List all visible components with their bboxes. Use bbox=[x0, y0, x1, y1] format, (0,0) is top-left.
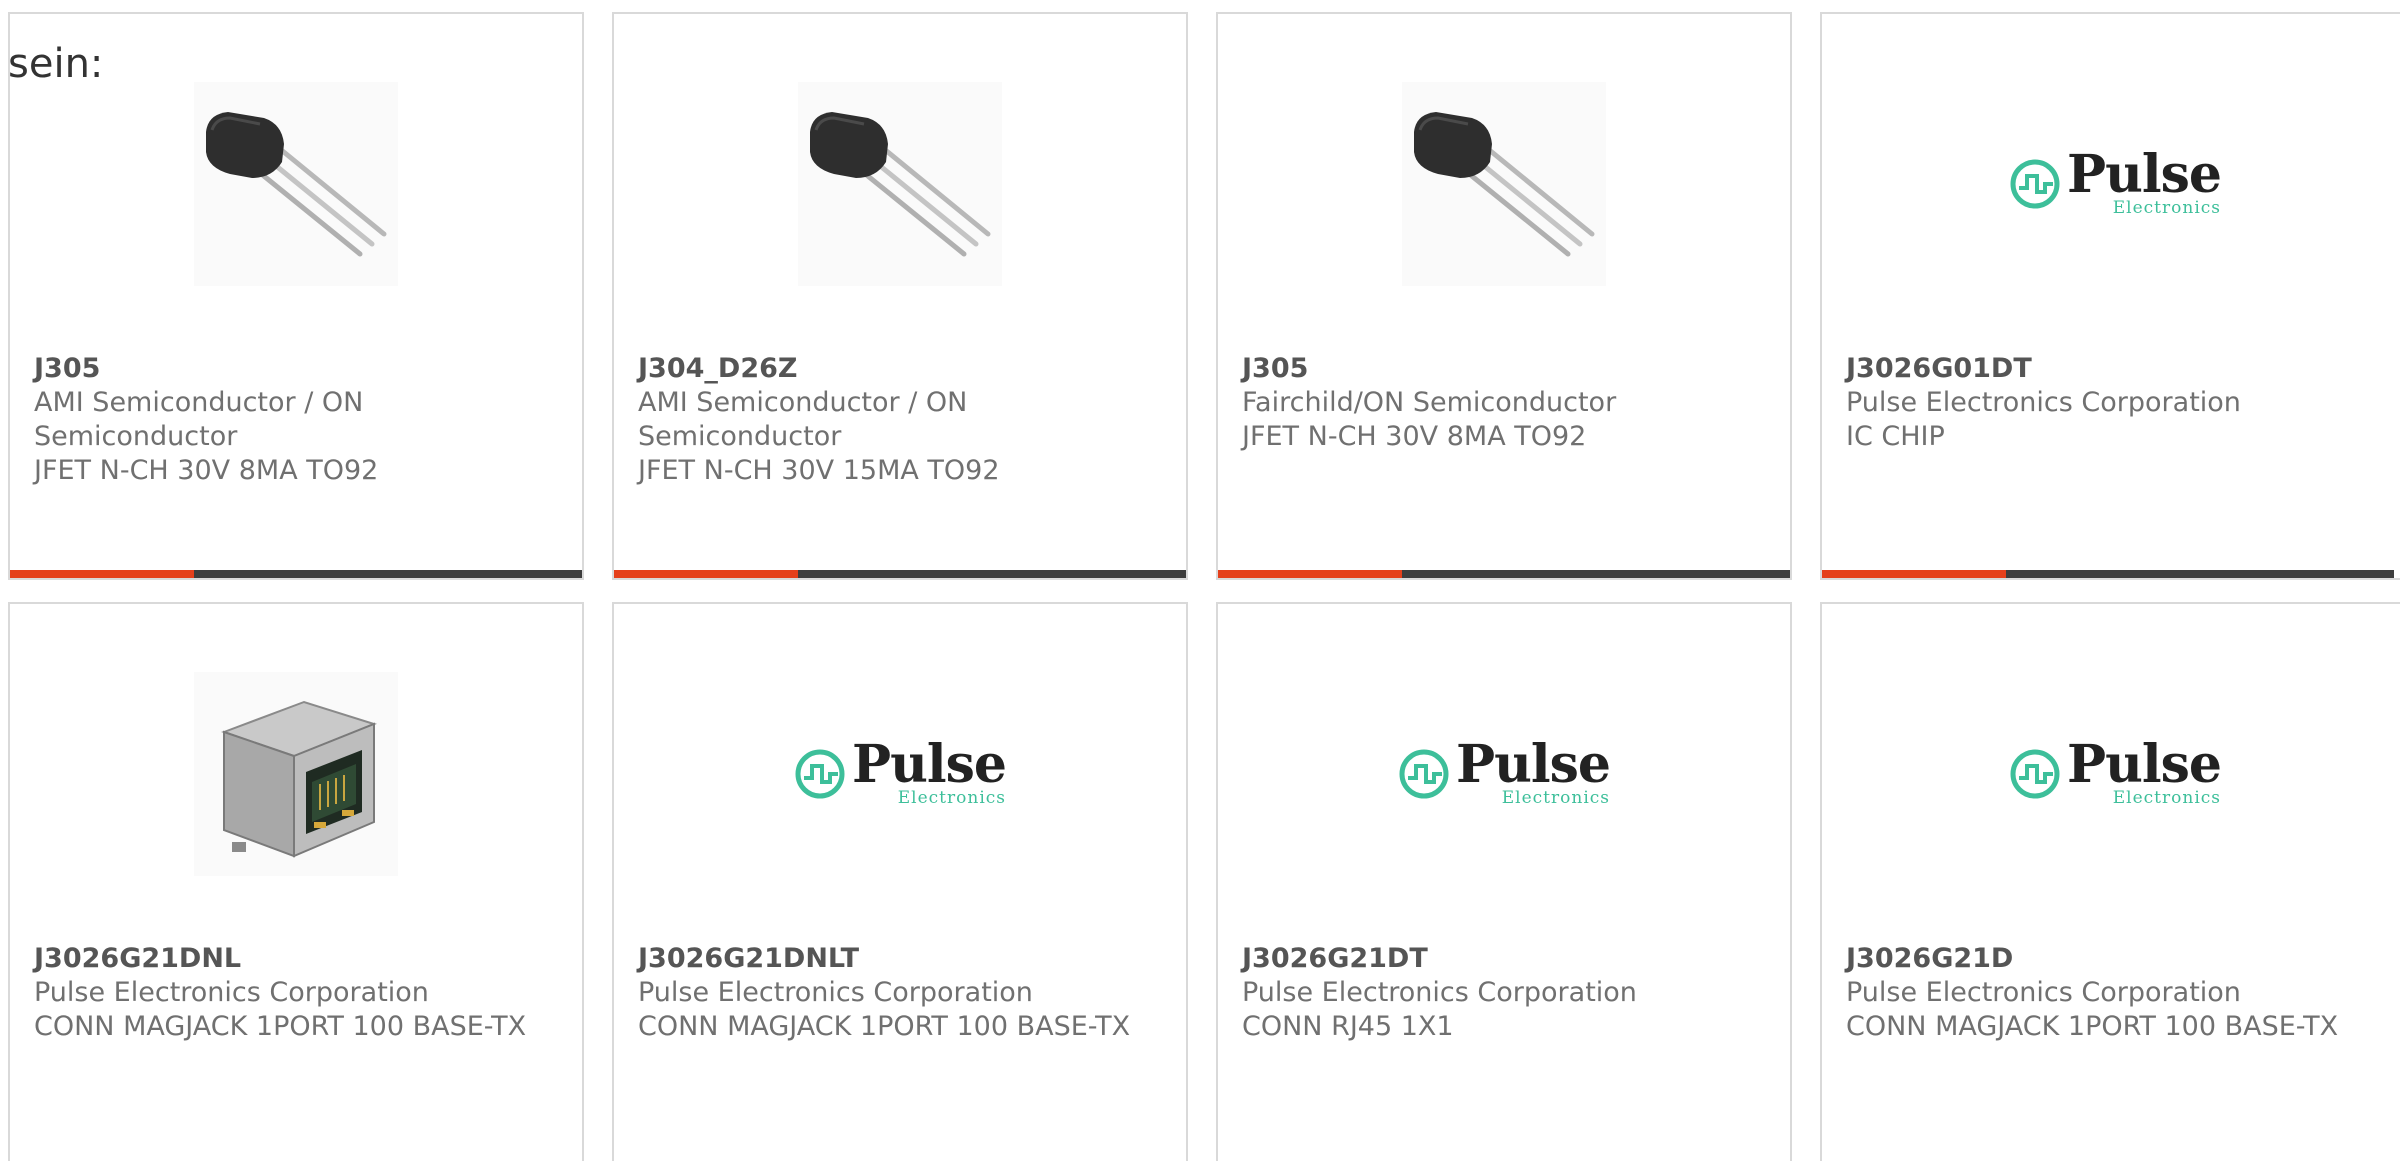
part-number[interactable]: J305 bbox=[1242, 352, 1766, 386]
card-accent bbox=[614, 570, 798, 578]
transistor-image[interactable] bbox=[798, 82, 1002, 286]
manufacturer: Pulse Electronics Corporation bbox=[1846, 977, 2241, 1008]
pulse-mark-icon bbox=[2010, 159, 2060, 209]
pulse-mark-icon bbox=[2010, 749, 2060, 799]
product-info: J3026G21DT Pulse Electronics Corporation… bbox=[1242, 942, 1766, 1044]
card-bottom-bar bbox=[1218, 570, 1790, 578]
product-info: J3026G21DNL Pulse Electronics Corporatio… bbox=[34, 942, 558, 1044]
description: CONN MAGJACK 1PORT 100 BASE-TX bbox=[638, 1011, 1131, 1042]
product-card[interactable]: J305 Fairchild/ON Semiconductor JFET N-C… bbox=[1216, 12, 1792, 580]
card-bottom-bar bbox=[614, 570, 1186, 578]
page: sein: J305 AMI Semiconductor / ON Semico… bbox=[0, 0, 2400, 1161]
description: CONN MAGJACK 1PORT 100 BASE-TX bbox=[34, 1011, 527, 1042]
manufacturer: AMI Semiconductor / ON Semiconductor bbox=[638, 387, 968, 452]
part-number[interactable]: J3026G21DNL bbox=[34, 942, 558, 976]
product-info: J305 AMI Semiconductor / ON Semiconducto… bbox=[34, 352, 558, 488]
description: JFET N-CH 30V 8MA TO92 bbox=[34, 455, 379, 486]
description: CONN RJ45 1X1 bbox=[1242, 1011, 1454, 1042]
manufacturer: Pulse Electronics Corporation bbox=[1242, 977, 1637, 1008]
product-info: J304_D26Z AMI Semiconductor / ON Semicon… bbox=[638, 352, 1162, 488]
product-card[interactable]: Pulse Electronics J3026G21D Pulse Electr… bbox=[1820, 602, 2400, 1161]
pulse-mark-icon bbox=[795, 749, 845, 799]
part-number[interactable]: J3026G21DT bbox=[1242, 942, 1766, 976]
description: CONN MAGJACK 1PORT 100 BASE-TX bbox=[1846, 1011, 2339, 1042]
product-card[interactable]: J305 AMI Semiconductor / ON Semiconducto… bbox=[8, 12, 584, 580]
manufacturer: Fairchild/ON Semiconductor bbox=[1242, 387, 1617, 418]
pulse-electronics-logo[interactable]: Pulse Electronics bbox=[1399, 672, 1611, 876]
manufacturer: AMI Semiconductor / ON Semiconductor bbox=[34, 387, 364, 452]
part-number[interactable]: J305 bbox=[34, 352, 558, 386]
card-bottom-bar bbox=[1822, 570, 2394, 578]
description: JFET N-CH 30V 15MA TO92 bbox=[638, 455, 1000, 486]
product-info: J3026G21D Pulse Electronics Corporation … bbox=[1846, 942, 2384, 1044]
product-info: J3026G21DNLT Pulse Electronics Corporati… bbox=[638, 942, 1162, 1044]
product-card[interactable]: J3026G21DNL Pulse Electronics Corporatio… bbox=[8, 602, 584, 1161]
stray-text: sein: bbox=[8, 41, 104, 87]
pulse-mark-icon bbox=[1399, 749, 1449, 799]
transistor-image[interactable] bbox=[1402, 82, 1606, 286]
part-number[interactable]: J3026G01DT bbox=[1846, 352, 2384, 386]
product-card[interactable]: Pulse Electronics J3026G21DNLT Pulse Ele… bbox=[612, 602, 1188, 1161]
part-number[interactable]: J304_D26Z bbox=[638, 352, 1162, 386]
pulse-logo-sub: Electronics bbox=[897, 788, 1007, 808]
rj45-connector-image[interactable] bbox=[194, 672, 398, 876]
product-card[interactable]: Pulse Electronics J3026G21DT Pulse Elect… bbox=[1216, 602, 1792, 1161]
product-info: J3026G01DT Pulse Electronics Corporation… bbox=[1846, 352, 2384, 454]
card-bottom-bar bbox=[10, 570, 582, 578]
card-accent bbox=[1822, 570, 2006, 578]
manufacturer: Pulse Electronics Corporation bbox=[34, 977, 429, 1008]
manufacturer: Pulse Electronics Corporation bbox=[1846, 387, 2241, 418]
pulse-logo-word: Pulse bbox=[2066, 734, 2222, 795]
description: IC CHIP bbox=[1846, 421, 1945, 452]
card-accent bbox=[10, 570, 194, 578]
product-card[interactable]: Pulse Electronics J3026G01DT Pulse Elect… bbox=[1820, 12, 2400, 580]
transistor-image[interactable] bbox=[194, 82, 398, 286]
product-info: J305 Fairchild/ON Semiconductor JFET N-C… bbox=[1242, 352, 1766, 454]
part-number[interactable]: J3026G21D bbox=[1846, 942, 2384, 976]
product-card[interactable]: J304_D26Z AMI Semiconductor / ON Semicon… bbox=[612, 12, 1188, 580]
part-number[interactable]: J3026G21DNLT bbox=[638, 942, 1162, 976]
pulse-logo-sub: Electronics bbox=[2112, 198, 2222, 218]
pulse-logo-word: Pulse bbox=[851, 734, 1007, 795]
pulse-logo-word: Pulse bbox=[2066, 144, 2222, 205]
pulse-logo-sub: Electronics bbox=[2112, 788, 2222, 808]
pulse-electronics-logo[interactable]: Pulse Electronics bbox=[2010, 82, 2222, 286]
pulse-electronics-logo[interactable]: Pulse Electronics bbox=[2010, 672, 2222, 876]
pulse-logo-word: Pulse bbox=[1455, 734, 1611, 795]
description: JFET N-CH 30V 8MA TO92 bbox=[1242, 421, 1587, 452]
card-accent bbox=[1218, 570, 1402, 578]
manufacturer: Pulse Electronics Corporation bbox=[638, 977, 1033, 1008]
pulse-logo-sub: Electronics bbox=[1501, 788, 1611, 808]
pulse-electronics-logo[interactable]: Pulse Electronics bbox=[795, 672, 1007, 876]
product-grid: J305 AMI Semiconductor / ON Semiconducto… bbox=[0, 0, 2400, 1161]
